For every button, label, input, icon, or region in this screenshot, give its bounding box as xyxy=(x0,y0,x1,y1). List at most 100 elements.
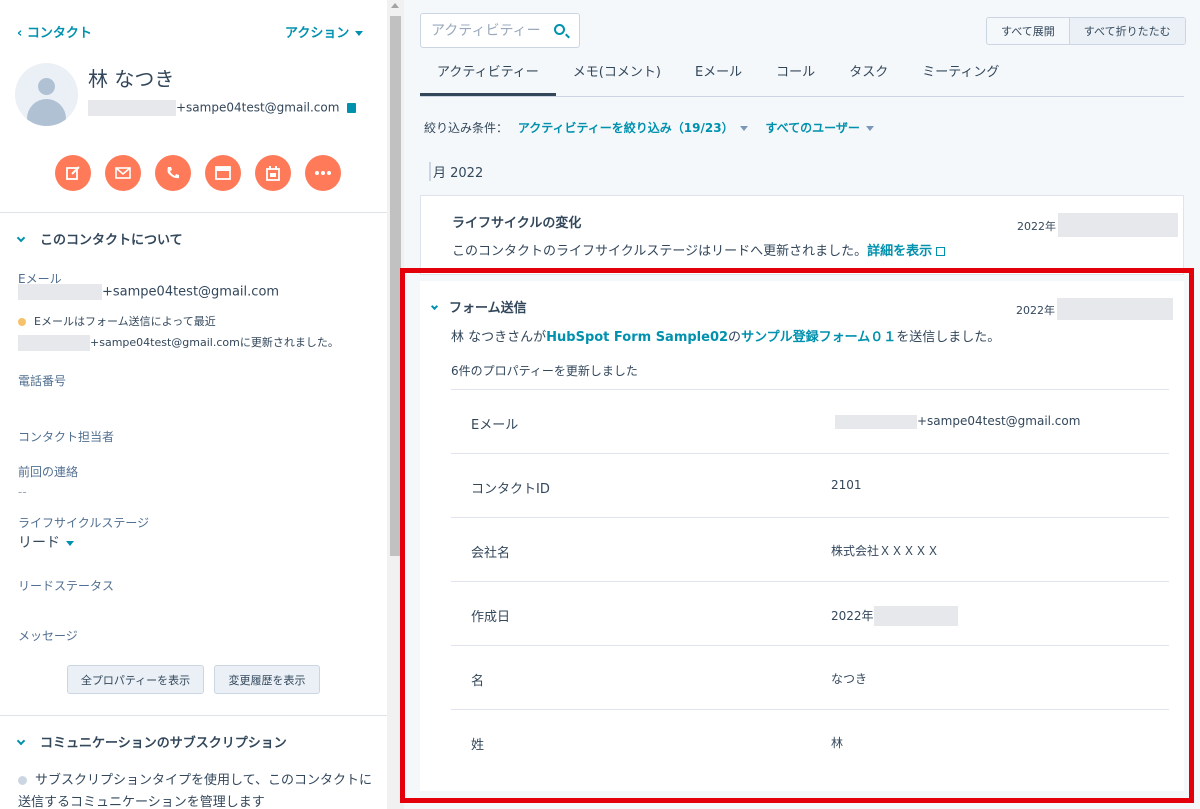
redacted-block xyxy=(88,100,176,116)
subscriptions-section-title: コミュニケーションのサブスクリプション xyxy=(40,736,287,751)
more-button[interactable] xyxy=(305,155,341,191)
tab-meetings[interactable]: ミーティング xyxy=(905,62,1016,96)
prop-key: Eメール xyxy=(471,418,519,433)
bullet-icon xyxy=(18,776,27,785)
updated-properties-table: Eメール +sampe04test@gmail.com コンタクトID 2101 会… xyxy=(451,389,1169,773)
email-update-note: Eメールはフォーム送信によって最近 xyxy=(18,313,216,329)
filter-activity-dropdown[interactable]: アクティビティーを絞り込み（19/23） xyxy=(518,121,748,135)
prop-value-text: 2022年 xyxy=(831,609,874,623)
divider xyxy=(0,715,387,716)
card-date-text: 2022年 xyxy=(1017,220,1056,233)
caret-down-icon xyxy=(865,126,874,131)
phone-icon xyxy=(167,167,179,179)
lead-status-label: リードステータス xyxy=(18,579,115,593)
last-contact-value: -- xyxy=(18,485,27,499)
subscriptions-section-toggle[interactable]: コミュニケーションのサブスクリプション xyxy=(16,732,287,751)
form-card-text: 林 なつきさんがHubSpot Form Sample02のサンプル登録フォーム… xyxy=(451,326,1000,345)
card-text-body: このコンタクトのライフサイクルステージはリードへ更新されました。 xyxy=(452,244,868,259)
call-button[interactable] xyxy=(155,155,191,191)
prop-key: コンタクトID xyxy=(471,482,550,497)
prop-key: 作成日 xyxy=(471,610,511,625)
divider xyxy=(0,212,387,213)
calendar-icon xyxy=(266,165,280,181)
task-button[interactable] xyxy=(255,155,291,191)
lifecycle-value: リード xyxy=(18,535,60,551)
form-card-title: フォーム送信 xyxy=(449,301,527,316)
table-row: コンタクトID 2101 xyxy=(451,453,1169,517)
view-details-link[interactable]: 詳細を表示 xyxy=(867,244,946,259)
redacted-block xyxy=(18,284,102,300)
tab-calls[interactable]: コール xyxy=(759,62,832,96)
subscriptions-text-2: 送信するコミュニケーションを管理します xyxy=(18,795,265,809)
meeting-button[interactable] xyxy=(205,155,241,191)
message-label: メッセージ xyxy=(18,629,78,643)
table-row: Eメール +sampe04test@gmail.com xyxy=(451,389,1169,453)
form-card-text-c: を送信しました。 xyxy=(896,330,1001,345)
prop-value: 2101 xyxy=(831,478,862,492)
email-icon xyxy=(115,167,131,179)
prop-value: なつき xyxy=(831,672,868,686)
copy-icon[interactable] xyxy=(347,103,357,113)
caret-down-icon xyxy=(739,126,748,131)
collapse-all-button[interactable]: すべて折りたたむ xyxy=(1068,18,1185,44)
scrollbar-thumb[interactable] xyxy=(390,16,401,556)
form-card-toggle[interactable]: フォーム送信 xyxy=(430,297,527,316)
prop-value: 株式会社ＸＸＸＸＸ xyxy=(831,544,940,558)
form-source-link[interactable]: HubSpot Form Sample02 xyxy=(546,330,728,345)
contact-email-text: +sampe04test@gmail.com xyxy=(176,100,340,115)
form-card-subtitle: 6件のプロパティーを更新しました xyxy=(451,364,638,378)
back-to-contacts-link[interactable]: ‹ コンタクト xyxy=(17,22,92,41)
caret-down-icon xyxy=(355,31,364,36)
chevron-down-icon xyxy=(16,736,26,746)
search-icon[interactable] xyxy=(554,24,565,35)
filter-label: 絞り込み条件： xyxy=(424,121,509,135)
scroll-up-arrow-icon[interactable] xyxy=(391,3,399,8)
expand-all-button[interactable]: すべて展開 xyxy=(987,18,1069,44)
activity-search-input[interactable] xyxy=(421,14,541,47)
meeting-icon xyxy=(215,166,231,180)
tab-tasks[interactable]: タスク xyxy=(832,62,905,96)
email-button[interactable] xyxy=(105,155,141,191)
prop-key: 会社名 xyxy=(471,546,511,561)
edit-icon xyxy=(66,166,80,180)
contact-email: +sampe04test@gmail.com xyxy=(88,100,357,116)
note-button[interactable] xyxy=(55,155,91,191)
filter-bar: 絞り込み条件： アクティビティーを絞り込み（19/23） すべてのユーザー xyxy=(424,119,874,136)
owner-label: コンタクト担当者 xyxy=(18,430,115,444)
status-dot-icon xyxy=(18,318,26,326)
chevron-down-icon xyxy=(430,302,439,311)
filter-users-dropdown[interactable]: すべてのユーザー xyxy=(765,121,874,135)
avatar xyxy=(15,63,78,126)
card-title: ライフサイクルの変化 xyxy=(452,216,582,231)
contact-sidebar: ‹ コンタクト アクション 林 なつき +sampe04test@gmail.c… xyxy=(0,0,387,809)
actions-dropdown[interactable]: アクション xyxy=(285,22,364,41)
expand-collapse-group: すべて展開 すべて折りたたむ xyxy=(986,17,1186,45)
prop-key: 名 xyxy=(471,674,485,689)
view-history-button[interactable]: 変更履歴を表示 xyxy=(214,665,320,694)
prop-value: 林 xyxy=(831,736,844,750)
form-card-text-a: 林 なつきさんが xyxy=(451,330,547,345)
more-icon xyxy=(315,171,331,175)
redacted-block xyxy=(18,335,90,351)
chevron-down-icon xyxy=(16,233,26,243)
contact-name[interactable]: 林 なつき xyxy=(88,63,174,92)
activity-panel: すべて展開 すべて折りたたむ アクティビティー メモ(コメント) Eメール コー… xyxy=(404,0,1200,809)
view-all-properties-button[interactable]: 全プロパティーを表示 xyxy=(67,665,204,694)
month-header: 月 2022 xyxy=(429,162,483,181)
sidebar-scrollbar[interactable] xyxy=(387,0,404,809)
lifecycle-dropdown[interactable]: リード xyxy=(18,532,74,552)
card-date: 2022年 xyxy=(1017,213,1178,237)
table-row: 姓林 xyxy=(451,709,1169,773)
email-value-text: +sampe04test@gmail.com xyxy=(102,284,280,300)
email-value[interactable]: +sampe04test@gmail.com xyxy=(18,284,279,300)
tab-activity[interactable]: アクティビティー xyxy=(420,62,556,96)
table-row: 名 なつき xyxy=(451,645,1169,709)
tab-notes[interactable]: メモ(コメント) xyxy=(556,62,678,96)
table-row: 作成日 2022年 xyxy=(451,581,1169,645)
tab-emails[interactable]: Eメール xyxy=(678,62,759,96)
about-section-toggle[interactable]: このコンタクトについて xyxy=(16,229,183,248)
phone-label: 電話番号 xyxy=(18,374,67,388)
prop-value: +sampe04test@gmail.com xyxy=(835,414,1080,429)
lifecycle-change-card[interactable]: ライフサイクルの変化 2022年 このコンタクトのライフサイクルステージはリード… xyxy=(420,195,1184,275)
form-name-link[interactable]: サンプル登録フォーム０１ xyxy=(741,330,896,345)
